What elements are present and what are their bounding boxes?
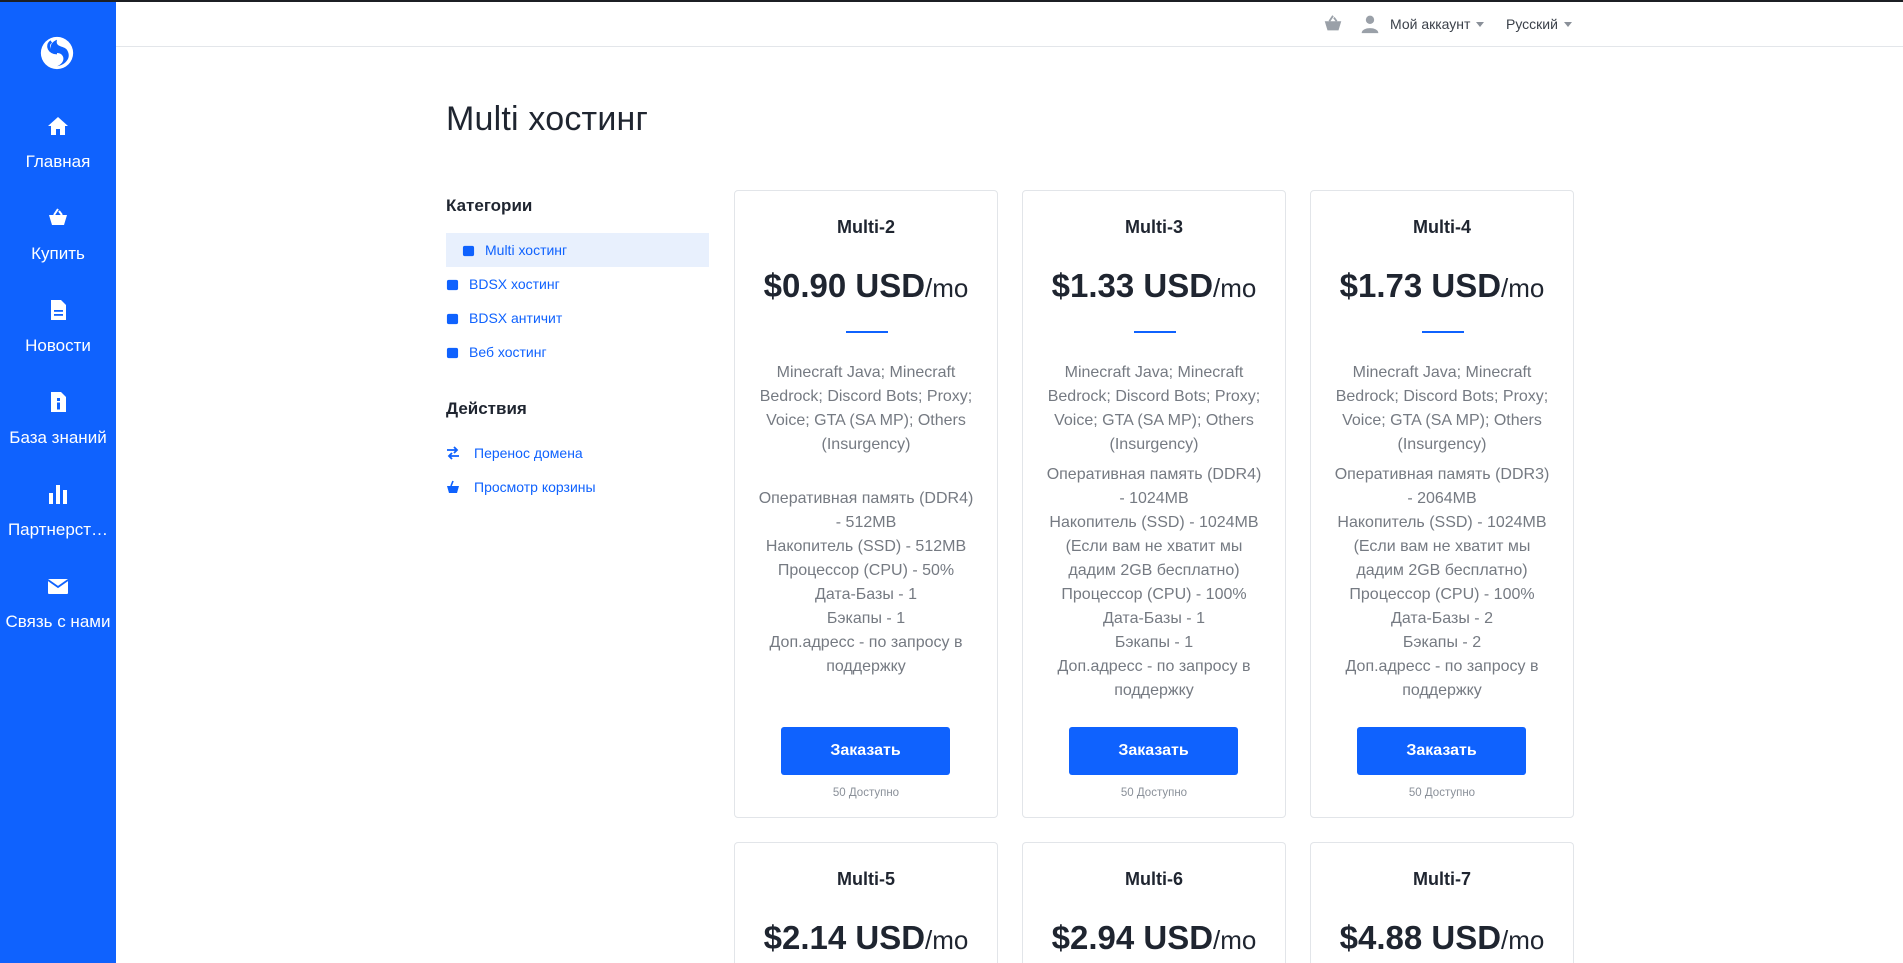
sidebar-item-contact[interactable]: Связь с нами [0, 574, 116, 634]
sidebar-item-label: База знаний [9, 428, 107, 447]
product-price: $1.73 USD/mo [1311, 267, 1573, 305]
envelope-icon [47, 579, 69, 594]
basket-icon[interactable] [1322, 13, 1344, 35]
category-label: BDSX античит [469, 310, 563, 326]
basket-icon [49, 208, 67, 225]
sidebar-item-label: Главная [25, 152, 91, 171]
product-games: Minecraft Java; Minecraft Bedrock; Disco… [1335, 364, 1549, 453]
account-menu[interactable]: Мой аккаунт [1360, 12, 1485, 36]
knowledgebase-icon [51, 392, 66, 412]
order-button[interactable]: Заказать [1069, 727, 1238, 775]
billing-cycle: /mo [1213, 925, 1257, 955]
product-name: Multi-2 [837, 217, 895, 237]
product-name: Multi-7 [1413, 869, 1471, 889]
billing-cycle: /mo [1501, 925, 1545, 955]
availability-text: 50 Доступно [832, 787, 900, 799]
chevron-down-icon [1476, 21, 1485, 27]
category-item-bdsx-hosting[interactable]: BDSX хостинг [446, 267, 709, 301]
box-icon [446, 313, 459, 324]
price-amount: $1.73 USD [1339, 267, 1502, 304]
action-label: Просмотр корзины [474, 479, 596, 495]
home-icon [48, 117, 68, 135]
category-label: BDSX хостинг [469, 276, 560, 292]
category-item-web-hosting[interactable]: Веб хостинг [446, 335, 709, 369]
chevron-down-icon [1563, 21, 1572, 27]
language-label: Русский [1506, 16, 1558, 32]
sidebar-item-label: Купить [31, 244, 85, 263]
cart-icon [447, 480, 459, 493]
bar-chart-icon [49, 485, 67, 504]
top-bar: Мой аккаунт Русский [116, 2, 1903, 47]
action-label: Перенос домена [474, 445, 583, 461]
sidebar-item-label: Связь с нами [5, 612, 111, 631]
sidebar: Главная Купить Новости База знаний Партн… [0, 2, 116, 963]
sidebar-item-news[interactable]: Новости [0, 298, 116, 358]
user-icon [1361, 15, 1379, 34]
price-amount: $1.33 USD [1051, 267, 1214, 304]
product-card-multi-3: Multi-3 $1.33 USD/mo Minecraft Java; Min… [1022, 190, 1286, 818]
sidebar-item-affiliates[interactable]: Партнерст… [0, 482, 116, 542]
sidebar-item-buy[interactable]: Купить [0, 206, 116, 266]
product-card-multi-5: Multi-5 $2.14 USD/mo [734, 842, 998, 963]
billing-cycle: /mo [1213, 273, 1257, 303]
sidebar-item-label: Новости [25, 336, 91, 355]
product-card-multi-6: Multi-6 $2.94 USD/mo [1022, 842, 1286, 963]
action-domain-transfer[interactable]: Перенос домена [446, 436, 583, 470]
box-icon [446, 279, 459, 290]
billing-cycle: /mo [1501, 273, 1545, 303]
language-menu[interactable]: Русский [1506, 12, 1572, 36]
product-games: Minecraft Java; Minecraft Bedrock; Disco… [759, 364, 973, 453]
box-icon [462, 245, 475, 256]
sidebar-item-home[interactable]: Главная [0, 114, 116, 174]
product-specs: Оперативная память (DDR3) - 2064MB Накоп… [1334, 466, 1550, 699]
order-button[interactable]: Заказать [1357, 727, 1526, 775]
product-card-multi-4: Multi-4 $1.73 USD/mo Minecraft Java; Min… [1310, 190, 1574, 818]
page-title: Multi хостинг [446, 100, 649, 138]
swirl-logo-icon[interactable] [38, 34, 76, 72]
billing-cycle: /mo [925, 925, 969, 955]
product-name: Multi-5 [837, 869, 895, 889]
product-specs: Оперативная память (DDR4) - 1024MB Накоп… [1046, 466, 1262, 699]
availability-text: 50 Доступно [1120, 787, 1188, 799]
product-card-multi-7: Multi-7 $4.88 USD/mo [1310, 842, 1574, 963]
price-amount: $4.88 USD [1339, 919, 1502, 956]
category-label: Multi хостинг [485, 242, 568, 258]
billing-cycle: /mo [925, 273, 969, 303]
product-card-multi-2: Multi-2 $0.90 USD/mo Minecraft Java; Min… [734, 190, 998, 818]
product-price: $4.88 USD/mo [1311, 919, 1573, 957]
product-price: $2.14 USD/mo [735, 919, 997, 957]
product-name: Multi-3 [1125, 217, 1183, 237]
sidebar-item-knowledgebase[interactable]: База знаний [0, 390, 116, 450]
box-icon [446, 347, 459, 358]
actions-heading: Действия [446, 399, 527, 418]
product-price: $0.90 USD/mo [735, 267, 997, 305]
product-games: Minecraft Java; Minecraft Bedrock; Disco… [1047, 364, 1261, 453]
news-document-icon [51, 300, 66, 320]
category-item-multi-hosting[interactable]: Multi хостинг [446, 233, 709, 267]
price-amount: $2.14 USD [763, 919, 926, 956]
product-name: Multi-6 [1125, 869, 1183, 889]
product-price: $2.94 USD/mo [1023, 919, 1285, 957]
divider [846, 331, 888, 333]
product-price: $1.33 USD/mo [1023, 267, 1285, 305]
product-name: Multi-4 [1413, 217, 1471, 237]
category-item-bdsx-anticheat[interactable]: BDSX античит [446, 301, 709, 335]
sidebar-item-label: Партнерст… [7, 520, 109, 539]
categories-heading: Категории [446, 196, 533, 215]
availability-text: 50 Доступно [1408, 787, 1476, 799]
product-specs: Оперативная память (DDR4) - 512MB Накопи… [758, 490, 974, 675]
action-view-cart[interactable]: Просмотр корзины [446, 470, 596, 504]
price-amount: $2.94 USD [1051, 919, 1214, 956]
price-amount: $0.90 USD [763, 267, 926, 304]
category-label: Веб хостинг [469, 344, 547, 360]
account-label: Мой аккаунт [1390, 16, 1471, 32]
divider [1422, 331, 1464, 333]
transfer-arrows-icon [447, 446, 459, 460]
divider [1134, 331, 1176, 333]
order-button[interactable]: Заказать [781, 727, 950, 775]
